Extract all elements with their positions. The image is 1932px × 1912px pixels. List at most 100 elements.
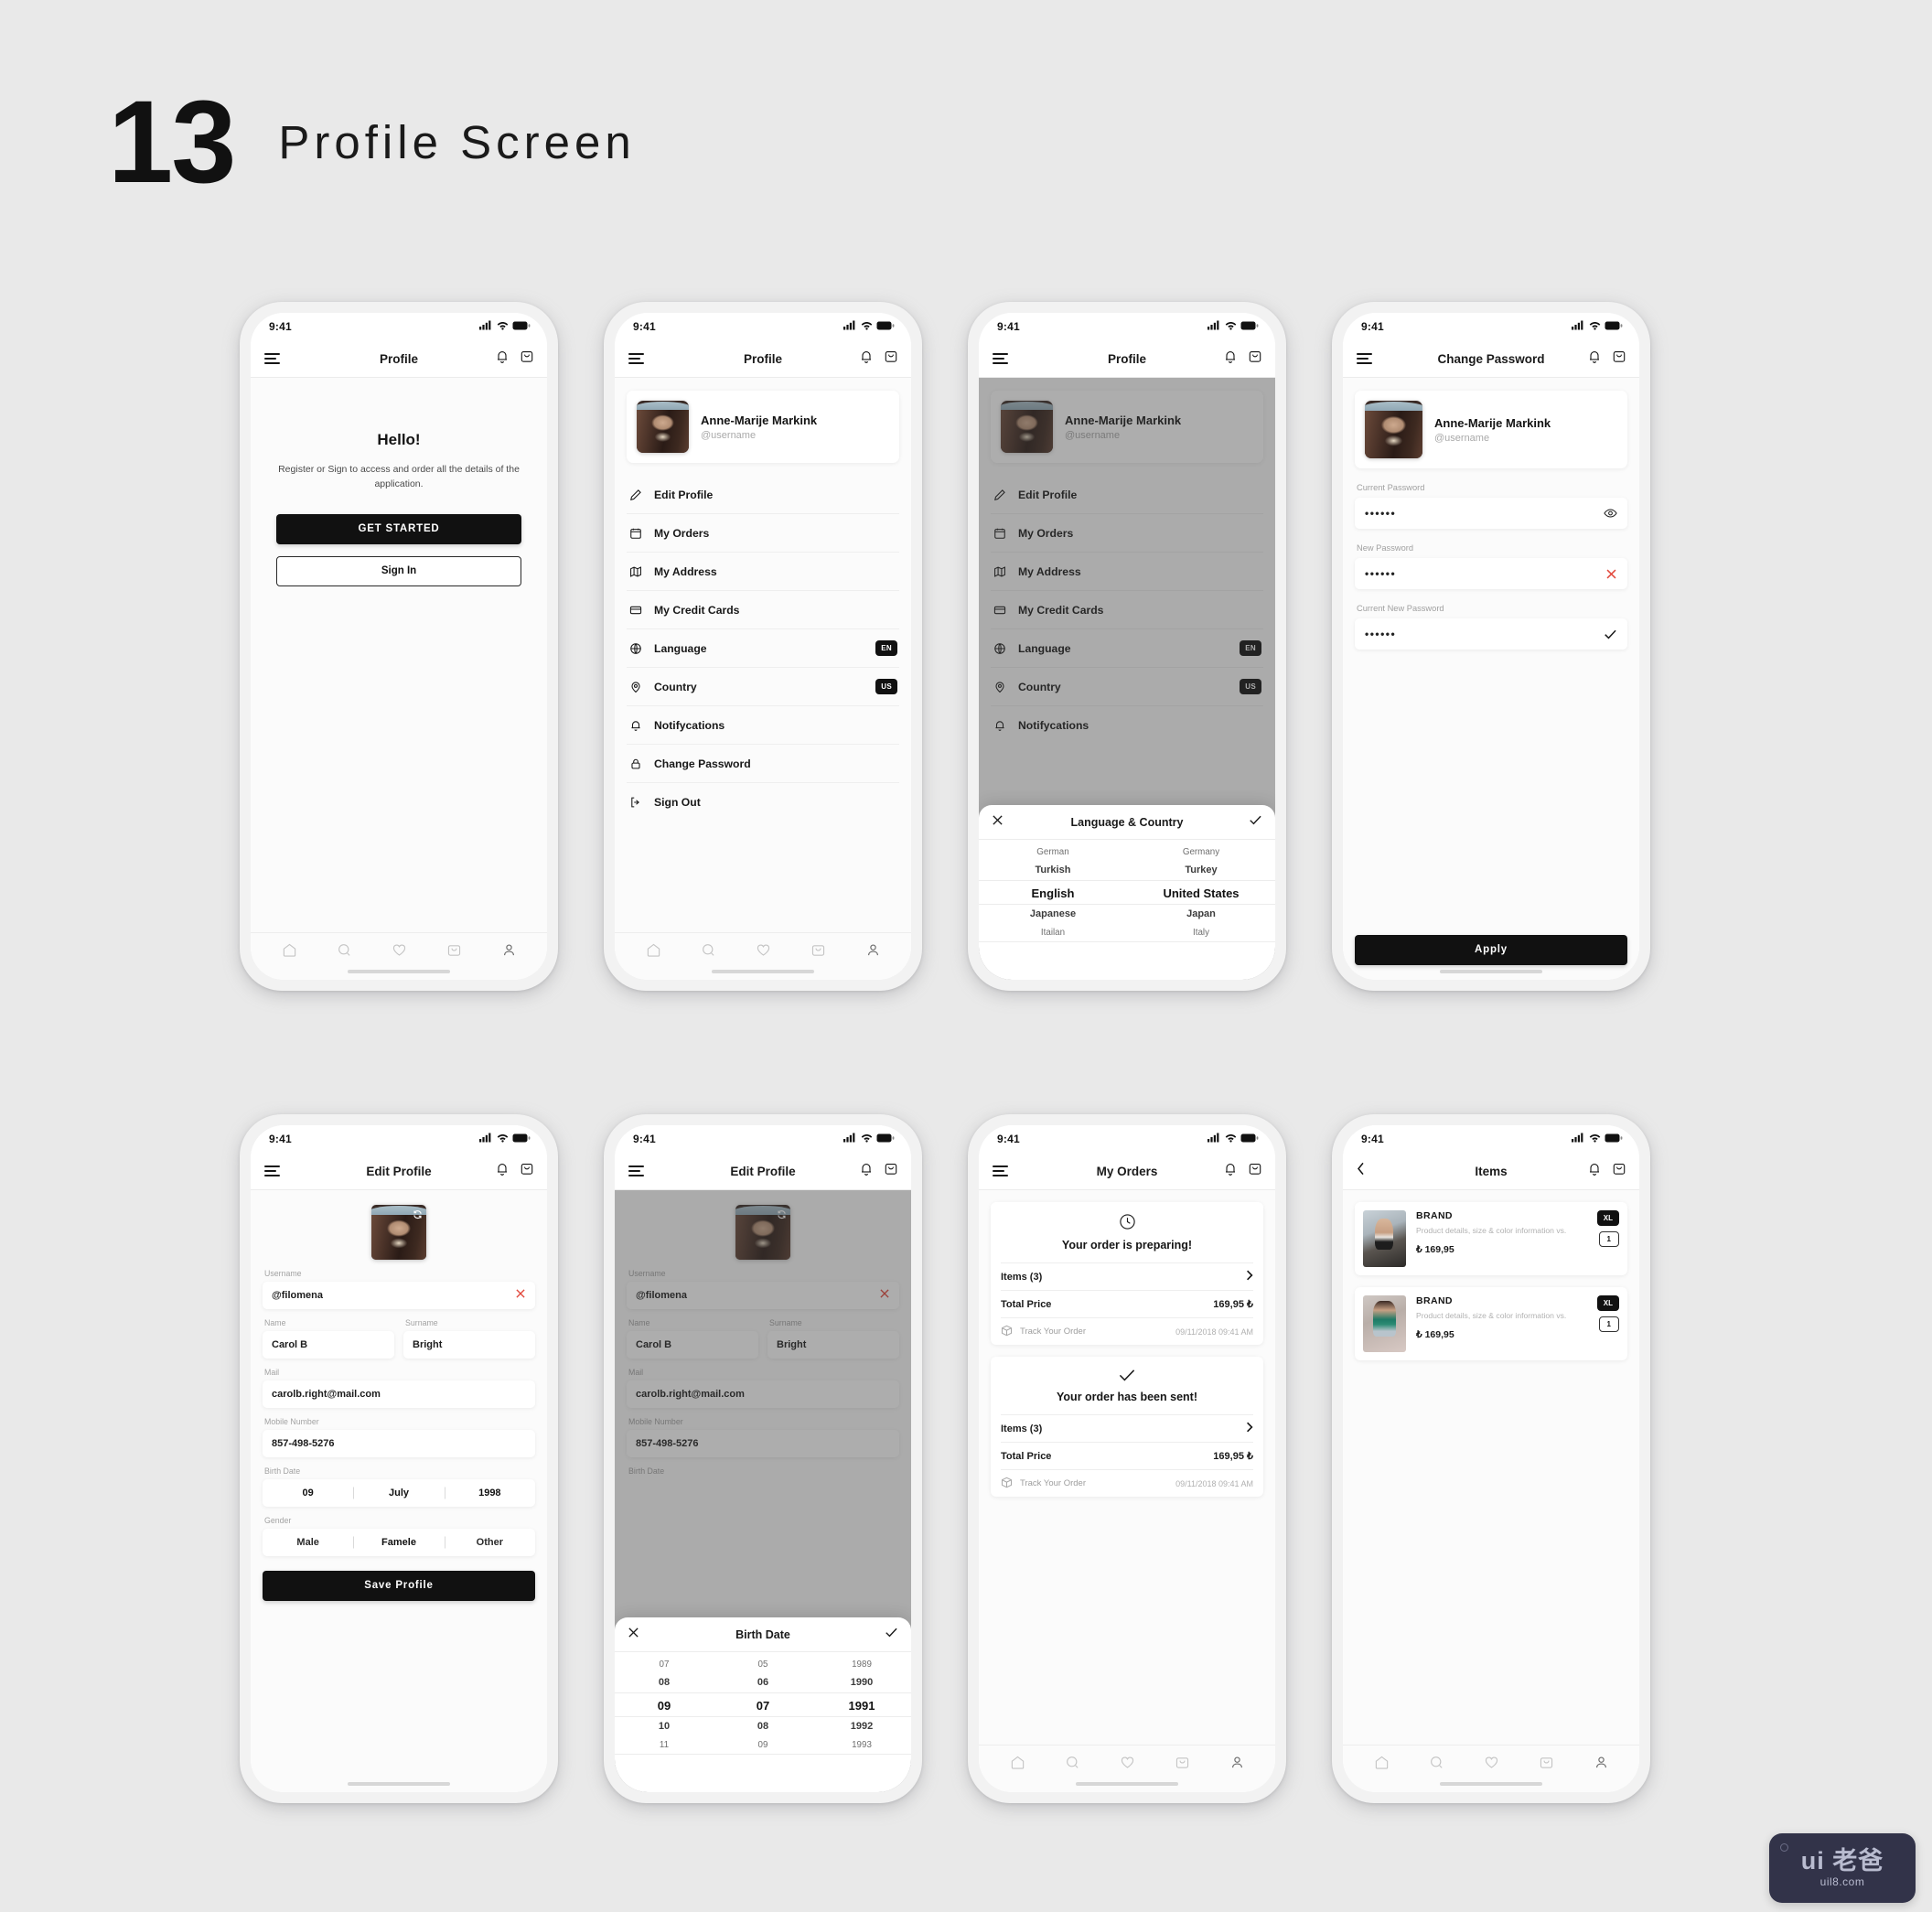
hamburger-icon[interactable] [993,1165,1008,1176]
bell-icon[interactable] [496,349,509,368]
birth-day[interactable]: 09 [263,1488,353,1498]
chevron-right-icon[interactable] [1246,1270,1253,1284]
eye-icon[interactable] [1604,508,1617,519]
tab-bag-icon[interactable] [446,942,462,962]
menu-item-change-password[interactable]: Change Password [627,745,899,783]
tab-home-icon[interactable] [1010,1755,1025,1775]
bell-icon[interactable] [860,1162,873,1180]
tab-favorites-icon[interactable] [1120,1755,1135,1775]
check-icon[interactable] [1604,628,1617,640]
password-input[interactable]: •••••• [1355,558,1627,589]
menu-item-country[interactable]: Country US [627,668,899,706]
language-option[interactable]: Itailan [979,924,1127,941]
year-option[interactable]: 1989 [812,1656,911,1673]
bell-icon[interactable] [860,349,873,368]
shopping-bag-icon[interactable] [885,349,897,368]
picker-row-selected[interactable]: English United States [979,880,1275,905]
refresh-icon[interactable] [412,1208,424,1220]
tab-bag-icon[interactable] [1175,1755,1190,1775]
bell-icon[interactable] [496,1162,509,1180]
day-option[interactable]: 11 [615,1736,714,1754]
country-option[interactable]: Germany [1127,843,1275,861]
tab-home-icon[interactable] [1374,1755,1390,1775]
language-option-selected[interactable]: English [979,880,1127,905]
menu-item-notifications[interactable]: Notifycations [627,706,899,745]
bell-icon[interactable] [1224,349,1237,368]
order-track-row[interactable]: Track Your Order 09/11/2018 09:41 AM [1001,1317,1253,1345]
menu-item-language[interactable]: Language EN [627,629,899,668]
tab-bag-icon[interactable] [810,942,826,962]
username-input[interactable]: @filomena [263,1282,535,1309]
picker-row-2[interactable]: Turkish Turkey [979,861,1275,880]
tab-search-icon[interactable] [337,942,352,962]
mail-input[interactable]: carolb.right@mail.com [263,1380,535,1408]
country-option[interactable]: Turkey [1127,861,1275,880]
birthdate-segments[interactable]: 09 July 1998 [263,1479,535,1507]
day-option[interactable]: 08 [615,1673,714,1692]
item-qty-badge[interactable]: 1 [1598,1316,1619,1332]
birth-year[interactable]: 1998 [445,1488,535,1498]
item-card[interactable]: BRAND Product details, size & color info… [1355,1287,1627,1360]
month-option[interactable]: 06 [714,1673,812,1692]
name-input[interactable]: Carol B [263,1331,394,1359]
mobile-input[interactable]: 857-498-5276 [263,1430,535,1457]
order-items-row[interactable]: Items (3) [1001,1414,1253,1442]
menu-item-edit-profile[interactable]: Edit Profile [627,476,899,514]
month-option[interactable]: 08 [714,1717,812,1736]
bell-icon[interactable] [1588,349,1601,368]
shopping-bag-icon[interactable] [1613,349,1626,368]
surname-input[interactable]: Bright [403,1331,535,1359]
picker-row-5[interactable]: 11 09 1993 [615,1736,911,1754]
hamburger-icon[interactable] [264,353,280,364]
shopping-bag-icon[interactable] [1249,1162,1261,1180]
tab-profile-icon[interactable] [1229,1755,1245,1775]
tab-profile-icon[interactable] [1594,1755,1609,1775]
get-started-button[interactable]: GET STARTED [276,513,521,544]
gender-option-other[interactable]: Other [445,1537,535,1548]
picker-row-5[interactable]: Itailan Italy [979,924,1275,941]
picker-row-2[interactable]: 08 06 1990 [615,1673,911,1692]
password-input[interactable]: •••••• [1355,498,1627,529]
year-option[interactable]: 1993 [812,1736,911,1754]
gender-option-female[interactable]: Famele [353,1537,444,1548]
tab-search-icon[interactable] [1065,1755,1080,1775]
shopping-bag-icon[interactable] [885,1162,897,1180]
language-option[interactable]: Turkish [979,861,1127,880]
chevron-left-icon[interactable] [1357,1162,1365,1180]
picker-row-1[interactable]: 07 05 1989 [615,1656,911,1673]
order-track-row[interactable]: Track Your Order 09/11/2018 09:41 AM [1001,1469,1253,1497]
shopping-bag-icon[interactable] [1613,1162,1626,1180]
bell-icon[interactable] [1588,1162,1601,1180]
tab-bag-icon[interactable] [1539,1755,1554,1775]
hamburger-icon[interactable] [993,353,1008,364]
month-option-selected[interactable]: 07 [714,1692,812,1717]
hamburger-icon[interactable] [264,1165,280,1176]
shopping-bag-icon[interactable] [521,1162,533,1180]
gender-segments[interactable]: Male Famele Other [263,1529,535,1556]
tab-profile-icon[interactable] [501,942,517,962]
tab-search-icon[interactable] [701,942,716,962]
bell-icon[interactable] [1224,1162,1237,1180]
language-option[interactable]: Japanese [979,905,1127,924]
month-option[interactable]: 09 [714,1736,812,1754]
tab-home-icon[interactable] [282,942,297,962]
country-option[interactable]: Japan [1127,905,1275,924]
country-option[interactable]: Italy [1127,924,1275,941]
picker-row-selected[interactable]: 09 07 1991 [615,1692,911,1717]
sign-in-button[interactable]: Sign In [276,555,521,586]
item-qty-badge[interactable]: 1 [1598,1231,1619,1247]
menu-item-my-address[interactable]: My Address [627,553,899,591]
picker-row-4[interactable]: Japanese Japan [979,905,1275,924]
month-option[interactable]: 05 [714,1656,812,1673]
profile-card[interactable]: Anne-Marije Markink @username [627,391,899,463]
menu-item-my-credit-cards[interactable]: My Credit Cards [627,591,899,629]
save-profile-button[interactable]: Save Profile [263,1571,535,1601]
year-option-selected[interactable]: 1991 [812,1692,911,1717]
chevron-right-icon[interactable] [1246,1422,1253,1435]
shopping-bag-icon[interactable] [521,349,533,368]
picker-row-1[interactable]: German Germany [979,843,1275,861]
day-option[interactable]: 07 [615,1656,714,1673]
tab-favorites-icon[interactable] [1484,1755,1499,1775]
order-items-row[interactable]: Items (3) [1001,1262,1253,1290]
shopping-bag-icon[interactable] [1249,349,1261,368]
